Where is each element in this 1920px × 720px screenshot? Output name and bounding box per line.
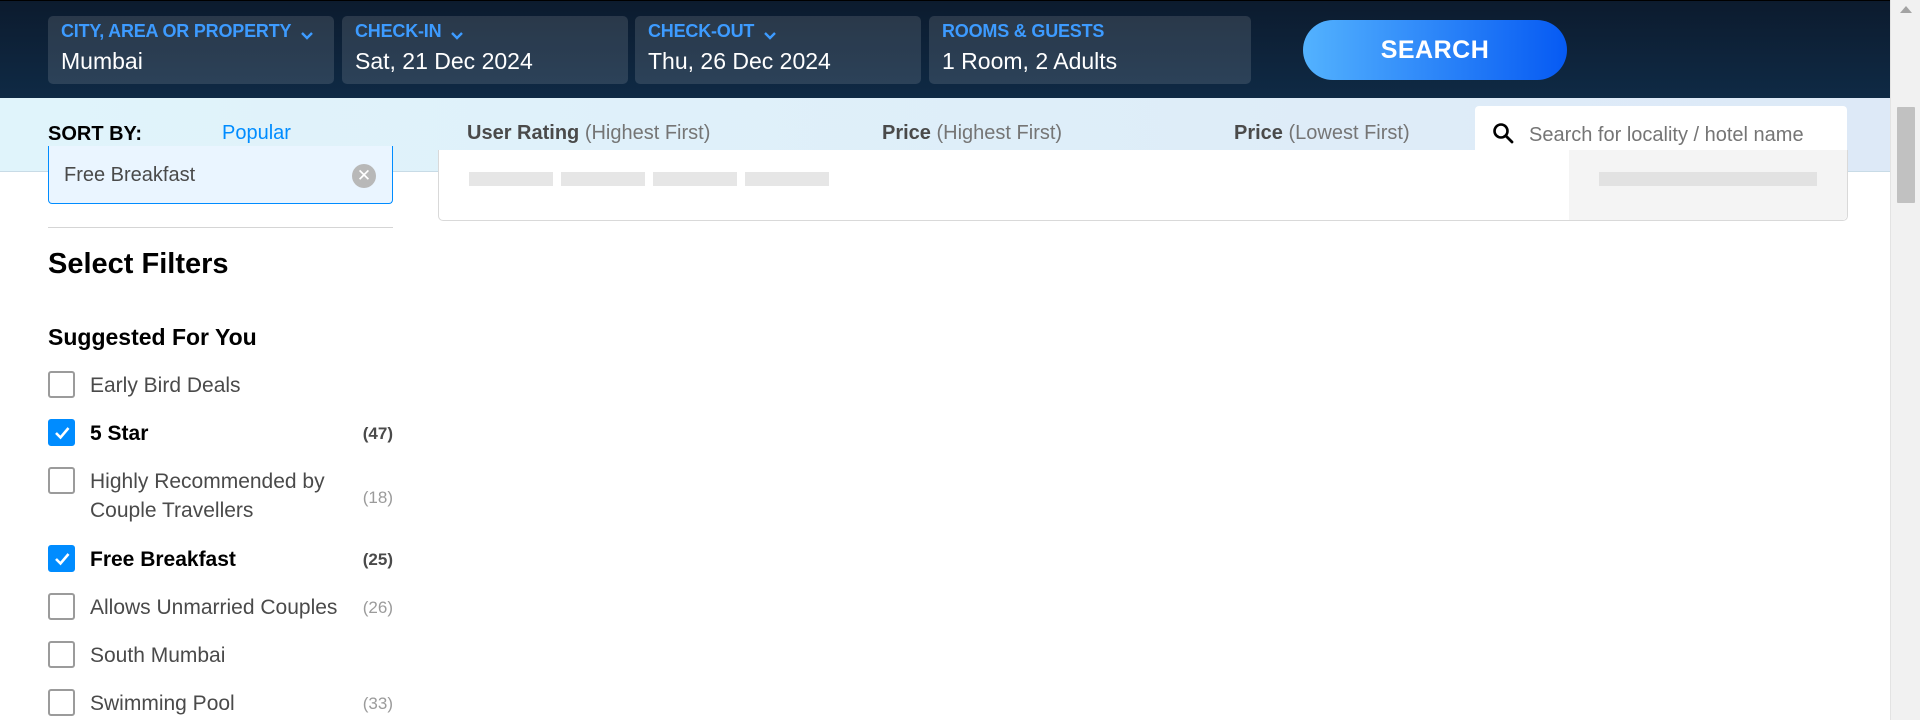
scrollbar-thumb[interactable] (1897, 107, 1915, 203)
sort-option-user-rating-sub: (Highest First) (584, 122, 711, 144)
scroll-up-arrow-icon[interactable] (1900, 6, 1912, 13)
filter-couple-travellers[interactable]: Highly Recommended by Couple Travellers … (48, 467, 393, 525)
filter-label: Early Bird Deals (90, 374, 241, 397)
sort-option-user-rating[interactable]: User Rating (Highest First) (467, 122, 710, 145)
locality-search-input[interactable] (1529, 123, 1829, 147)
checkout-field-value: Thu, 26 Dec 2024 (648, 48, 831, 74)
placeholder-bar (1599, 172, 1817, 186)
city-field-value: Mumbai (61, 48, 143, 74)
checkout-field[interactable]: CHECK-OUT Thu, 26 Dec 2024 (635, 16, 921, 84)
sort-option-price-high-label: Price (882, 122, 931, 144)
sort-option-price-high[interactable]: Price (Highest First) (882, 122, 1062, 145)
sort-option-popular[interactable]: Popular (222, 122, 291, 145)
sort-option-price-low[interactable]: Price (Lowest First) (1234, 122, 1410, 145)
sort-option-price-high-sub: (Highest First) (936, 122, 1063, 144)
chevron-down-icon (764, 26, 777, 40)
page-scrollbar[interactable] (1890, 0, 1920, 720)
placeholder-bar (561, 172, 645, 186)
checkin-field[interactable]: CHECK-IN Sat, 21 Dec 2024 (342, 16, 628, 84)
placeholder-bar (745, 172, 829, 186)
filter-count: (33) (362, 694, 393, 713)
filter-label: Highly Recommended by Couple Travellers (90, 470, 325, 522)
select-filters-heading: Select Filters (48, 248, 229, 280)
sort-by-label: SORT BY: (48, 123, 143, 145)
sort-option-price-low-sub: (Lowest First) (1288, 122, 1410, 144)
chevron-down-icon (301, 26, 314, 40)
filter-count: (47) (362, 424, 393, 443)
filter-free-breakfast[interactable]: Free Breakfast (25) (48, 545, 393, 574)
filter-count: (26) (362, 598, 393, 617)
placeholder-bar (469, 172, 553, 186)
filter-count: (25) (362, 550, 393, 569)
filter-5-star[interactable]: 5 Star (47) (48, 419, 393, 448)
filter-south-mumbai[interactable]: South Mumbai (48, 641, 393, 670)
checkbox-early-bird-deals[interactable] (48, 371, 75, 398)
filter-label: Swimming Pool (90, 692, 235, 715)
rooms-guests-value: 1 Room, 2 Adults (942, 48, 1118, 74)
card-price-panel-placeholder (1569, 150, 1847, 220)
checkmark-icon (54, 552, 69, 565)
sort-option-price-low-label: Price (1234, 122, 1283, 144)
checkbox-south-mumbai[interactable] (48, 641, 75, 668)
filter-early-bird-deals[interactable]: Early Bird Deals (48, 371, 393, 400)
checkout-field-label: CHECK-OUT (648, 21, 755, 41)
city-field-label: CITY, AREA OR PROPERTY (61, 21, 292, 41)
checkbox-5-star[interactable] (48, 419, 75, 446)
filter-label: Free Breakfast (90, 548, 236, 571)
hotel-listing-page: CITY, AREA OR PROPERTY Mumbai CHECK-IN S… (0, 0, 1920, 720)
checkin-field-label: CHECK-IN (355, 21, 442, 41)
checkmark-icon (54, 426, 69, 439)
filter-count: (18) (362, 488, 393, 507)
checkbox-free-breakfast[interactable] (48, 545, 75, 572)
chevron-down-icon (451, 26, 464, 40)
search-icon (1491, 121, 1515, 150)
sort-option-user-rating-label: User Rating (467, 122, 580, 144)
city-field-label-row: CITY, AREA OR PROPERTY (61, 21, 321, 42)
filter-divider (48, 227, 393, 228)
search-button[interactable]: SEARCH (1303, 20, 1567, 80)
city-field[interactable]: CITY, AREA OR PROPERTY Mumbai (48, 16, 334, 84)
checkout-field-label-row: CHECK-OUT (648, 21, 908, 42)
rooms-guests-field[interactable]: ROOMS & GUESTS 1 Room, 2 Adults (929, 16, 1251, 84)
applied-filter-label: Free Breakfast (64, 164, 196, 186)
checkbox-couple-travellers[interactable] (48, 467, 75, 494)
filter-label: Allows Unmarried Couples (90, 596, 338, 619)
filter-label: 5 Star (90, 422, 149, 445)
filter-label: South Mumbai (90, 644, 226, 667)
checkbox-swimming-pool[interactable] (48, 689, 75, 716)
sort-option-popular-label: Popular (222, 122, 291, 144)
search-header: CITY, AREA OR PROPERTY Mumbai CHECK-IN S… (0, 0, 1890, 98)
rooms-guests-label: ROOMS & GUESTS (942, 21, 1105, 41)
hotel-card-placeholder (438, 150, 1848, 221)
filter-swimming-pool[interactable]: Swimming Pool (33) (48, 689, 393, 718)
placeholder-bar (653, 172, 737, 186)
checkin-field-label-row: CHECK-IN (355, 21, 615, 42)
filter-unmarried-couples[interactable]: Allows Unmarried Couples (26) (48, 593, 393, 622)
close-icon[interactable]: ✕ (352, 164, 376, 188)
suggested-for-you-heading: Suggested For You (48, 324, 257, 350)
checkin-field-value: Sat, 21 Dec 2024 (355, 48, 533, 74)
applied-filter-chip: Free Breakfast ✕ (48, 146, 393, 204)
checkbox-unmarried-couples[interactable] (48, 593, 75, 620)
